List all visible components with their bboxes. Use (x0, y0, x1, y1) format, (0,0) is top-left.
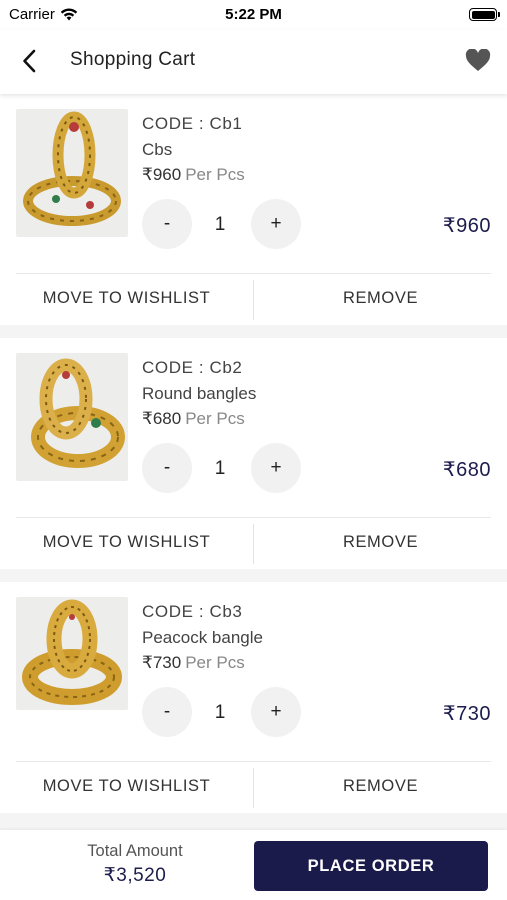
product-code: CODE : Cb3 (142, 602, 243, 621)
remove-button[interactable]: REMOVE (254, 518, 507, 566)
cart-item: CODE : Cb2 Round bangles ₹680 Per Pcs - 1… (0, 338, 507, 569)
checkout-footer: Total Amount ₹3,520 PLACE ORDER (0, 830, 507, 900)
item-actions: MOVE TO WISHLIST REMOVE (0, 274, 507, 322)
price-unit: Per Pcs (185, 165, 245, 184)
product-image (16, 353, 128, 481)
decrease-quantity-button[interactable]: - (142, 443, 192, 493)
product-image (16, 597, 128, 710)
battery-icon (469, 8, 500, 21)
chevron-left-icon (23, 49, 36, 73)
quantity-value: 1 (214, 214, 226, 235)
unit-price: ₹960 Per Pcs (142, 165, 245, 185)
place-order-button[interactable]: PLACE ORDER (254, 841, 488, 891)
price-value: ₹680 (142, 409, 182, 428)
price-value: ₹730 (142, 653, 182, 672)
status-bar: Carrier 5:22 PM (0, 0, 507, 30)
line-total: ₹960 (442, 215, 491, 237)
total-amount-label: Total Amount (87, 842, 183, 860)
shopping-cart-screen: Carrier 5:22 PM Shopping Cart CODE: Cb1… (0, 0, 507, 900)
unit-price: ₹680 Per Pcs (142, 409, 245, 429)
status-time: 5:22 PM (225, 6, 282, 23)
remove-button[interactable]: REMOVE (254, 274, 507, 322)
cart-item: CODE : Cb3 Peacock bangle ₹730 Per Pcs - … (0, 582, 507, 813)
cart-list: CODE : Cb1 Cbs ₹960 Per Pcs - 1 + ₹960 MO… (0, 94, 507, 830)
increase-quantity-button[interactable]: + (251, 687, 301, 737)
increase-quantity-button[interactable]: + (251, 443, 301, 493)
cart-item: CODE : Cb1 Cbs ₹960 Per Pcs - 1 + ₹960 MO… (0, 94, 507, 325)
nav-bar: Shopping Cart (0, 30, 507, 94)
remove-button[interactable]: REMOVE (254, 762, 507, 810)
product-name: Cbs (142, 140, 173, 159)
page-title: Shopping Cart (70, 49, 196, 70)
line-total: ₹680 (442, 459, 491, 481)
product-image (16, 109, 128, 237)
line-total: ₹730 (442, 703, 491, 725)
increase-quantity-button[interactable]: + (251, 199, 301, 249)
price-unit: Per Pcs (185, 653, 245, 672)
product-code: CODE : Cb1 (142, 114, 243, 133)
quantity-value: 1 (214, 702, 226, 723)
decrease-quantity-button[interactable]: - (142, 687, 192, 737)
heart-icon (465, 48, 491, 71)
product-name: Peacock bangle (142, 628, 263, 647)
decrease-quantity-button[interactable]: - (142, 199, 192, 249)
wishlist-button[interactable] (463, 45, 493, 75)
total-amount-value: ₹3,520 (103, 865, 167, 886)
quantity-value: 1 (214, 458, 226, 479)
price-value: ₹960 (142, 165, 182, 184)
item-actions: MOVE TO WISHLIST REMOVE (0, 518, 507, 566)
unit-price: ₹730 Per Pcs (142, 653, 245, 673)
item-actions: MOVE TO WISHLIST REMOVE (0, 762, 507, 810)
price-unit: Per Pcs (185, 409, 245, 428)
move-to-wishlist-button[interactable]: MOVE TO WISHLIST (0, 762, 253, 810)
move-to-wishlist-button[interactable]: MOVE TO WISHLIST (0, 274, 253, 322)
back-button[interactable] (14, 46, 44, 76)
product-code: CODE : Cb2 (142, 358, 243, 377)
move-to-wishlist-button[interactable]: MOVE TO WISHLIST (0, 518, 253, 566)
product-name: Round bangles (142, 384, 257, 403)
